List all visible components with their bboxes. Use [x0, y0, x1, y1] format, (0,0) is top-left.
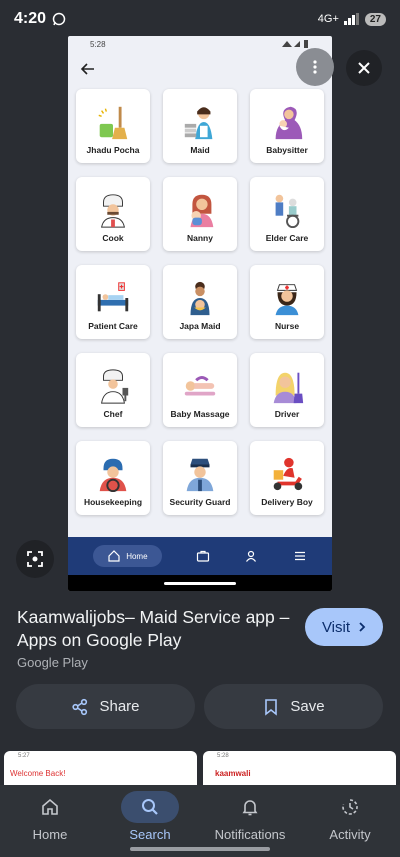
hospital-bed-icon [97, 282, 129, 312]
mother-baby-icon [190, 281, 210, 316]
preview-status-icons [282, 40, 308, 48]
briefcase-icon [196, 550, 210, 562]
result-title[interactable]: Kaamwalijobs– Maid Service app – Apps on… [17, 606, 297, 652]
status-time: 4:20 [14, 10, 47, 27]
close-icon [358, 62, 370, 74]
share-label: Share [99, 698, 140, 715]
more-options-button[interactable] [296, 48, 334, 86]
chef-hat-icon [101, 194, 125, 228]
preview-toolbar [68, 52, 332, 86]
service-label: Japa Maid [179, 321, 221, 331]
service-label: Delivery Boy [261, 497, 313, 507]
search-icon [142, 799, 158, 815]
preview-bottom-nav: Home [68, 537, 332, 575]
signal-icon [343, 13, 359, 25]
save-button[interactable]: Save [204, 684, 383, 729]
app-screenshot-preview[interactable]: 5:28 Jhadu Pocha Maid Babysitter Cook Na… [68, 36, 332, 591]
services-grid: Jhadu Pocha Maid Babysitter Cook Nanny E… [76, 89, 328, 515]
whatsapp-icon [52, 12, 66, 26]
service-card-babysitter[interactable]: Babysitter [250, 89, 324, 163]
service-card-patient-care[interactable]: Patient Care [76, 265, 150, 339]
visit-button[interactable]: Visit [305, 608, 383, 646]
broom-icon [98, 106, 128, 140]
babysitter-icon [275, 106, 303, 140]
service-card-nurse[interactable]: Nurse [250, 265, 324, 339]
service-label: Driver [274, 409, 300, 419]
nav-label: Home [32, 827, 68, 842]
close-button[interactable] [346, 50, 382, 86]
preview-gesture-bar [68, 575, 332, 591]
service-label: Nurse [274, 321, 300, 331]
battery-indicator: 27 [364, 12, 386, 26]
nav-label: Activity [329, 827, 371, 842]
service-card-driver[interactable]: Driver [250, 353, 324, 427]
share-button[interactable]: Share [16, 684, 195, 729]
home-icon [42, 798, 58, 815]
service-card-delivery-boy[interactable]: Delivery Boy [250, 441, 324, 515]
status-bar: 4:20 4G+ 27 [0, 0, 400, 38]
visit-label: Visit [321, 618, 351, 636]
massage-icon [184, 376, 216, 396]
network-label: 4G+ [317, 13, 339, 25]
nav-item-home[interactable]: Home [0, 791, 100, 857]
guard-icon [186, 458, 214, 492]
bookmark-icon [265, 698, 278, 716]
scooter-icon [273, 457, 303, 491]
preview-status-bar: 5:28 [68, 36, 332, 52]
result-source: Google Play [17, 655, 88, 670]
service-card-maid[interactable]: Maid [163, 89, 237, 163]
service-card-elder-care[interactable]: Elder Care [250, 177, 324, 251]
back-arrow-icon [80, 63, 94, 75]
service-card-housekeeping[interactable]: Housekeeping [76, 441, 150, 515]
service-label: Maid [190, 145, 210, 155]
thumbnail-text: Welcome Back! [10, 769, 66, 778]
service-label: Chef [103, 409, 123, 419]
preview-nav-home-label: Home [126, 551, 148, 561]
lens-button[interactable] [16, 540, 54, 578]
thumbnail-text: kaamwali [215, 769, 251, 778]
thumbnail-time: 5:28 [217, 753, 229, 759]
preview-nav-home: Home [93, 545, 162, 567]
housekeeping-icon [99, 458, 127, 493]
service-card-nanny[interactable]: Nanny [163, 177, 237, 251]
service-label: Babysitter [266, 145, 308, 155]
service-label: Security Guard [169, 497, 231, 507]
save-label: Save [290, 698, 325, 715]
service-card-baby-massage[interactable]: Baby Massage [163, 353, 237, 427]
preview-status-time: 5:28 [90, 39, 106, 49]
service-label: Baby Massage [170, 409, 230, 419]
service-label: Nanny [187, 233, 213, 243]
service-card-security-guard[interactable]: Security Guard [163, 441, 237, 515]
service-label: Patient Care [88, 321, 138, 331]
service-label: Housekeeping [83, 497, 143, 507]
activity-icon [342, 799, 358, 815]
share-icon [72, 698, 88, 715]
nanny-icon [190, 194, 214, 228]
service-card-chef[interactable]: Chef [76, 353, 150, 427]
thumbnail-time: 5:27 [18, 753, 30, 759]
service-card-japa-maid[interactable]: Japa Maid [163, 265, 237, 339]
nav-label: Notifications [214, 827, 286, 842]
service-label: Cook [102, 233, 124, 243]
home-icon [108, 550, 120, 562]
service-label: Elder Care [265, 233, 309, 243]
wheelchair-icon [275, 194, 300, 229]
service-label: Jhadu Pocha [86, 145, 140, 155]
chef-icon [101, 369, 129, 404]
bell-icon [242, 800, 258, 816]
nav-label: Search [129, 827, 171, 842]
nurse-icon [275, 284, 299, 316]
more-vert-icon [313, 60, 317, 74]
service-card-cook[interactable]: Cook [76, 177, 150, 251]
profile-icon [246, 550, 257, 562]
nav-item-activity[interactable]: Activity [300, 791, 400, 857]
chevron-right-icon [359, 622, 366, 632]
driver-icon [273, 372, 304, 404]
maid-icon [184, 107, 213, 140]
gesture-bar [130, 847, 270, 851]
lens-icon [27, 551, 43, 567]
service-card-jhadu-pocha[interactable]: Jhadu Pocha [76, 89, 150, 163]
menu-icon [294, 551, 305, 561]
